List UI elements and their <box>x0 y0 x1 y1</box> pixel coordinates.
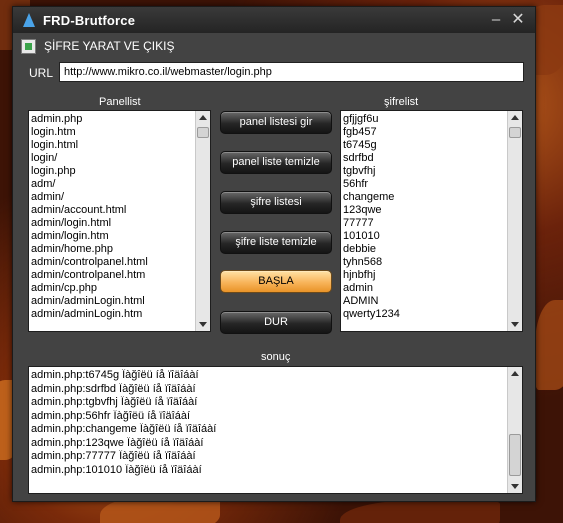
result-item[interactable]: admin.php:56hfr Ïàğîëü íå ïîäîáàí <box>31 410 506 424</box>
result-item[interactable]: admin.php:changeme Ïàğîëü íå ïîäîáàí <box>31 423 506 437</box>
app-window: FRD-Brutforce – ✕ ŞİFRE YARAT VE ÇIKIŞ U… <box>12 6 536 502</box>
panel-listesi-gir-button[interactable]: panel listesi gir <box>220 111 332 134</box>
scroll-thumb[interactable] <box>197 127 209 138</box>
panellist-item[interactable]: login.htm <box>31 126 194 139</box>
scroll-down-icon[interactable] <box>511 484 519 489</box>
results-scrollbar[interactable] <box>507 367 522 493</box>
sifrelist-item[interactable]: gfjjgf6u <box>343 113 506 126</box>
sifrelist-item[interactable]: tyhn568 <box>343 256 506 269</box>
scroll-down-icon[interactable] <box>199 322 207 327</box>
sifrelist-item[interactable]: t6745g <box>343 139 506 152</box>
desktop-leaf <box>535 300 563 390</box>
sifrelist-item[interactable]: sdrfbd <box>343 152 506 165</box>
results-items: admin.php:t6745g Ïàğîëü íå ïîäîáàí admin.… <box>31 369 506 477</box>
sifrelist-item[interactable]: admin <box>343 282 506 295</box>
panellist-item[interactable]: login.html <box>31 139 194 152</box>
sifrelist-item[interactable]: tgbvfhj <box>343 165 506 178</box>
sifrelist-item[interactable]: 101010 <box>343 230 506 243</box>
menu-app-icon <box>21 38 36 54</box>
close-icon[interactable]: ✕ <box>509 11 527 29</box>
scroll-down-icon[interactable] <box>511 322 519 327</box>
panellist-scrollbar[interactable] <box>195 111 210 331</box>
sifrelist-item[interactable]: debbie <box>343 243 506 256</box>
panellist-item[interactable]: admin/adminLogin.htm <box>31 308 194 321</box>
panel-liste-temizle-button[interactable]: panel liste temizle <box>220 151 332 174</box>
sifrelist-item[interactable]: 77777 <box>343 217 506 230</box>
menu-item-sifre-yarat[interactable]: ŞİFRE YARAT VE ÇIKIŞ <box>44 39 174 53</box>
panellist-item[interactable]: admin/adminLogin.html <box>31 295 194 308</box>
panellist-item[interactable]: admin/controlpanel.htm <box>31 269 194 282</box>
basla-button[interactable]: BAŞLA <box>220 270 332 293</box>
window-title: FRD-Brutforce <box>43 12 136 28</box>
sifrelist-item[interactable]: 123qwe <box>343 204 506 217</box>
panellist-label: Panellist <box>99 96 141 108</box>
panellist-items: admin.php login.htm login.html login/login.… <box>31 113 194 321</box>
panellist-item[interactable]: admin/login.htm <box>31 230 194 243</box>
panellist-item[interactable]: login/ <box>31 152 194 165</box>
panellist-item[interactable]: admin/home.php <box>31 243 194 256</box>
scroll-up-icon[interactable] <box>511 371 519 376</box>
result-item[interactable]: admin.php:t6745g Ïàğîëü íå ïîäîáàí <box>31 369 506 383</box>
url-input[interactable] <box>59 62 524 82</box>
sifrelist-item[interactable]: ADMIN <box>343 295 506 308</box>
panellist-item[interactable]: login.php <box>31 165 194 178</box>
panellist-listbox[interactable]: admin.php login.htm login.html login/login.… <box>28 110 211 332</box>
url-label: URL <box>29 66 54 80</box>
minimize-icon[interactable]: – <box>487 11 505 29</box>
desktop-leaf <box>340 500 500 523</box>
sifre-liste-temizle-button[interactable]: şifre liste temizle <box>220 231 332 254</box>
result-item[interactable]: admin.php:123qwe Ïàğîëü íå ïîäîáàí <box>31 437 506 451</box>
result-item[interactable]: admin.php:77777 Ïàğîëü íå ïîäîáàí <box>31 450 506 464</box>
panellist-item[interactable]: admin/login.html <box>31 217 194 230</box>
panellist-item[interactable]: adm/ <box>31 178 194 191</box>
result-item[interactable]: admin.php:101010 Ïàğîëü íå ïîäîáàí <box>31 464 506 478</box>
result-item[interactable]: admin.php:sdrfbd Ïàğîëü íå ïîäîáàí <box>31 383 506 397</box>
panellist-item[interactable]: admin/cp.php <box>31 282 194 295</box>
sifrelist-scrollbar[interactable] <box>507 111 522 331</box>
panellist-item[interactable]: admin/account.html <box>31 204 194 217</box>
sifrelist-label: şifrelist <box>384 96 419 108</box>
sifrelist-item[interactable]: changeme <box>343 191 506 204</box>
results-label: sonuç <box>261 351 291 363</box>
panellist-item[interactable]: admin/ <box>31 191 194 204</box>
sifrelist-item[interactable]: fgb457 <box>343 126 506 139</box>
panellist-item[interactable]: admin/controlpanel.html <box>31 256 194 269</box>
sifrelist-items: gfjjgf6u fgb457 t6745g sdrfbd tgbvfhj 56hfr ch… <box>343 113 506 321</box>
sifrelist-item[interactable]: qwerty1234 <box>343 308 506 321</box>
title-bar[interactable]: FRD-Brutforce – ✕ <box>13 7 535 33</box>
menu-bar: ŞİFRE YARAT VE ÇIKIŞ <box>21 37 174 55</box>
dur-button[interactable]: DUR <box>220 311 332 334</box>
sifrelist-listbox[interactable]: gfjjgf6u fgb457 t6745g sdrfbd tgbvfhj 56hfr ch… <box>340 110 523 332</box>
scroll-up-icon[interactable] <box>199 115 207 120</box>
sifrelist-item[interactable]: 56hfr <box>343 178 506 191</box>
results-listbox[interactable]: admin.php:t6745g Ïàğîëü íå ïîäîáàí admin.… <box>28 366 523 494</box>
scroll-thumb[interactable] <box>509 127 521 138</box>
scroll-thumb[interactable] <box>509 434 521 476</box>
result-item[interactable]: admin.php:tgbvfhj Ïàğîëü íå ïîäîáàí <box>31 396 506 410</box>
scroll-up-icon[interactable] <box>511 115 519 120</box>
sifre-listesi-button[interactable]: şifre listesi <box>220 191 332 214</box>
app-logo-icon <box>21 12 37 28</box>
sifrelist-item[interactable]: hjnbfhj <box>343 269 506 282</box>
panellist-item[interactable]: admin.php <box>31 113 194 126</box>
